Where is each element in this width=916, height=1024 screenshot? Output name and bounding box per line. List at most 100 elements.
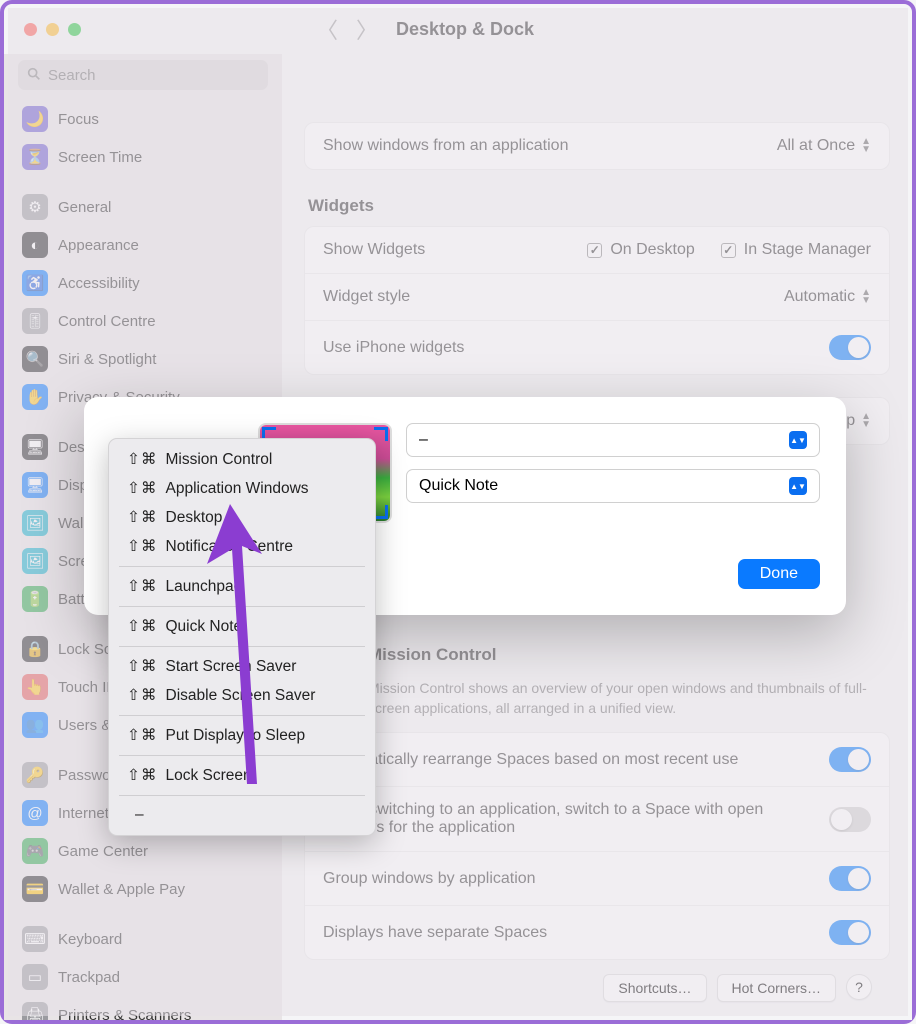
- auto-rearrange-toggle[interactable]: [829, 747, 871, 772]
- widgets-header: Widgets: [304, 196, 890, 216]
- sidebar-icon: 🔍: [22, 346, 48, 372]
- switch-space-toggle[interactable]: [829, 807, 871, 832]
- menu-item-quick-note[interactable]: ⇧⌘Quick Note: [109, 612, 375, 641]
- sidebar-icon: ⏳: [22, 144, 48, 170]
- sidebar-item-label: Printers & Scanners: [58, 1007, 191, 1021]
- menu-item-launchpad[interactable]: ⇧⌘ Launchpad: [109, 572, 375, 601]
- widget-style-popup[interactable]: Automatic ▲▼: [784, 288, 871, 306]
- shortcuts-button[interactable]: Shortcuts…: [603, 974, 706, 1002]
- hot-corners-button[interactable]: Hot Corners…: [717, 974, 836, 1002]
- menu-shortcut: ⇧⌘: [127, 450, 158, 469]
- menu-separator: [119, 715, 365, 716]
- menu-shortcut: ⇧⌘: [127, 537, 158, 556]
- menu-item-mission-control[interactable]: ⇧⌘ Mission Control: [109, 445, 375, 474]
- iphone-widgets-toggle[interactable]: [829, 335, 871, 360]
- menu-item-label: Put Display to Sleep: [166, 727, 306, 745]
- separate-spaces-label: Displays have separate Spaces: [323, 924, 547, 942]
- show-widgets-label: Show Widgets: [323, 241, 425, 259]
- widget-style-label: Widget style: [323, 288, 410, 306]
- separate-spaces-toggle[interactable]: [829, 920, 871, 945]
- sidebar-item-appearance[interactable]: ◐Appearance: [14, 226, 272, 264]
- menu-item-label: Quick Note: [166, 618, 243, 636]
- menu-item-label: Notification Centre: [166, 538, 294, 556]
- sidebar-item-label: Control Centre: [58, 313, 156, 330]
- menu-item-label: Launchpad: [166, 578, 243, 596]
- sidebar-item-siri-spotlight[interactable]: 🔍 Siri & Spotlight: [14, 340, 272, 378]
- zoom-window-button[interactable]: [68, 23, 81, 36]
- sidebar-item-game-center[interactable]: 🎮 Game Center: [14, 832, 272, 870]
- menu-item-lock-screen[interactable]: ⇧⌘Lock Screen: [109, 761, 375, 790]
- sidebar-icon: ◐: [22, 232, 48, 258]
- sidebar-item-label: Keyboard: [58, 931, 122, 948]
- sidebar-item-focus[interactable]: 🌙Focus: [14, 100, 272, 138]
- menu-item-desktop[interactable]: ⇧⌘ Desktop: [109, 503, 375, 532]
- in-stage-checkbox[interactable]: [721, 243, 736, 258]
- menu-item-label: Desktop: [166, 509, 223, 527]
- sidebar-item-label: General: [58, 199, 111, 216]
- menu-shortcut: ⇧⌘: [127, 577, 158, 596]
- sidebar-item-label: Trackpad: [58, 969, 120, 986]
- menu-item-put-display-to-sleep[interactable]: ⇧⌘Put Display to Sleep: [109, 721, 375, 750]
- sidebar-icon: 👆: [22, 674, 48, 700]
- menu-item-disable-screen-saver[interactable]: ⇧⌘Disable Screen Saver: [109, 681, 375, 710]
- sidebar-icon: 💳: [22, 876, 48, 902]
- corner-action-select-top[interactable]: – ▲▼: [406, 423, 820, 457]
- chevron-updown-icon: ▲▼: [789, 477, 807, 495]
- sidebar-item-control-centre[interactable]: 🎚Control Centre: [14, 302, 272, 340]
- sidebar-icon: 🖥: [22, 472, 48, 498]
- search-input[interactable]: [18, 60, 268, 90]
- sidebar-item-label: Wallet & Apple Pay: [58, 881, 185, 898]
- sidebar-item-keyboard[interactable]: ⌨Keyboard: [14, 920, 272, 958]
- switch-space-label: When switching to an application, switch…: [323, 801, 803, 837]
- menu-shortcut: ⇧⌘: [127, 766, 158, 785]
- chevron-updown-icon: ▲▼: [861, 289, 871, 305]
- menu-item-start-screen-saver[interactable]: ⇧⌘Start Screen Saver: [109, 652, 375, 681]
- help-button[interactable]: ?: [846, 974, 872, 1000]
- menu-separator: [119, 646, 365, 647]
- sidebar-icon: 👥: [22, 712, 48, 738]
- group-windows-label: Group windows by application: [323, 870, 536, 888]
- done-button[interactable]: Done: [738, 559, 820, 589]
- minimize-window-button[interactable]: [46, 23, 59, 36]
- sidebar-item-label: Accessibility: [58, 275, 140, 292]
- menu-separator: [119, 795, 365, 796]
- sidebar-icon: 🖨: [22, 1002, 48, 1020]
- sidebar-item-wallet-apple-pay[interactable]: 💳 Wallet & Apple Pay: [14, 870, 272, 908]
- close-window-button[interactable]: [24, 23, 37, 36]
- show-windows-popup[interactable]: All at Once ▲▼: [777, 137, 871, 155]
- sidebar-icon: 🖥: [22, 434, 48, 460]
- sidebar-item-accessibility[interactable]: ♿Accessibility: [14, 264, 272, 302]
- auto-rearrange-label: Automatically rearrange Spaces based on …: [323, 751, 738, 769]
- sidebar-icon: ✋: [22, 384, 48, 410]
- sidebar-item-trackpad[interactable]: ▭ Trackpad: [14, 958, 272, 996]
- sidebar-icon: 🔒: [22, 636, 48, 662]
- corner-action-select-bottom[interactable]: Quick Note ▲▼: [406, 469, 820, 503]
- menu-item-label: Mission Control: [166, 451, 273, 469]
- on-desktop-label: On Desktop: [610, 241, 694, 259]
- nav-back-button[interactable]: 〈: [316, 13, 338, 45]
- sidebar-item-printers-scanners[interactable]: 🖨 Printers & Scanners: [14, 996, 272, 1020]
- sidebar-icon: 🖼: [22, 548, 48, 574]
- menu-item-notification-centre[interactable]: ⇧⌘ Notification Centre: [109, 532, 375, 561]
- sidebar-item-label: Screen Time: [58, 149, 142, 166]
- sidebar-icon: 🖼: [22, 510, 48, 536]
- in-stage-label: In Stage Manager: [744, 241, 871, 259]
- sidebar-item-label: Siri & Spotlight: [58, 351, 156, 368]
- sidebar-item-general[interactable]: ⚙General: [14, 188, 272, 226]
- show-windows-label: Show windows from an application: [323, 137, 568, 155]
- sidebar-icon: 🎮: [22, 838, 48, 864]
- sidebar-icon: ▭: [22, 964, 48, 990]
- nav-forward-button[interactable]: 〉: [356, 13, 378, 45]
- sidebar-item-label: Game Center: [58, 843, 148, 860]
- sidebar-item-screen-time[interactable]: ⏳ Screen Time: [14, 138, 272, 176]
- group-windows-toggle[interactable]: [829, 866, 871, 891]
- hot-corner-context-menu: ⇧⌘Mission Control⇧⌘Application Windows⇧⌘…: [108, 438, 376, 836]
- page-title: Desktop & Dock: [396, 19, 534, 40]
- menu-item-application-windows[interactable]: ⇧⌘Application Windows: [109, 474, 375, 503]
- iphone-widgets-label: Use iPhone widgets: [323, 339, 464, 357]
- on-desktop-checkbox[interactable]: [587, 243, 602, 258]
- menu-item--[interactable]: –: [109, 801, 375, 829]
- menu-shortcut: ⇧⌘: [127, 508, 158, 527]
- menu-item-label: Application Windows: [166, 480, 309, 498]
- menu-item-label: Start Screen Saver: [166, 658, 297, 676]
